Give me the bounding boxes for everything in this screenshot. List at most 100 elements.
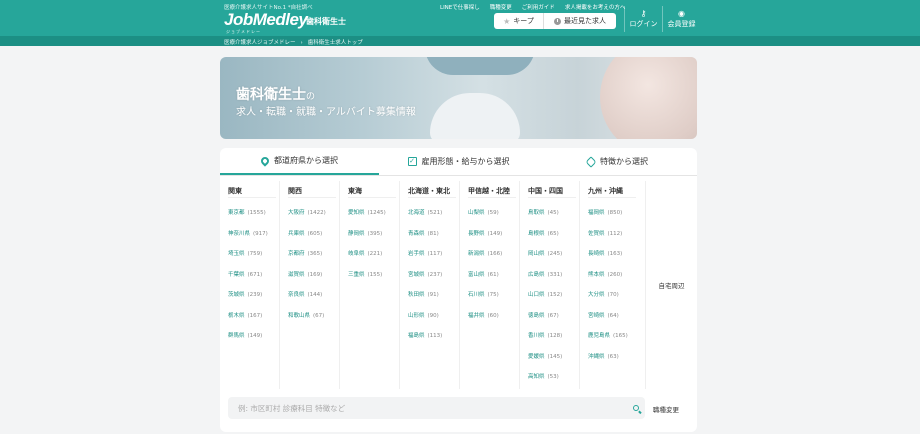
prefecture-link[interactable]: 愛知県 (1245)	[348, 208, 399, 229]
prefecture-link[interactable]: 岡山県 (245)	[528, 249, 579, 270]
prefecture-link[interactable]: 岩手県 (117)	[408, 249, 459, 270]
prefecture-link[interactable]: 岐阜県 (221)	[348, 249, 399, 270]
prefecture-link[interactable]: 滋賀県 (169)	[288, 270, 339, 291]
signup-label: 会員登録	[667, 19, 696, 28]
prefecture-link[interactable]: 埼玉県 (759)	[228, 249, 279, 270]
prefecture-name: 山梨県	[468, 210, 485, 216]
prefecture-name: 滋賀県	[288, 271, 305, 278]
prefecture-count: (221)	[367, 251, 383, 257]
prefecture-count: (67)	[313, 312, 325, 319]
prefecture-link[interactable]: 福岡県 (850)	[588, 208, 640, 229]
prefecture-link[interactable]: 佐賀県 (112)	[588, 229, 640, 250]
prefecture-link[interactable]: 山梨県 (59)	[468, 208, 519, 229]
prefecture-link[interactable]: 徳島県 (67)	[528, 311, 579, 332]
prefecture-link[interactable]: 山口県 (152)	[528, 290, 579, 311]
prefecture-link[interactable]: 大阪府 (1422)	[288, 208, 339, 229]
prefecture-link[interactable]: 長崎県 (163)	[588, 249, 640, 270]
region-column: 甲信越・北陸 山梨県 (59) 長野県 (149) 新潟県 (166) 富山県 (61) 石川県(…	[460, 181, 520, 389]
prefecture-link[interactable]: 山形県 (90)	[408, 311, 459, 332]
prefecture-link[interactable]: 富山県 (61)	[468, 270, 519, 291]
prefecture-link[interactable]: 栃木県 (167)	[228, 311, 279, 332]
prefecture-link[interactable]: 福井県 (60)	[468, 311, 519, 332]
prefecture-count: (128)	[547, 333, 563, 339]
prefecture-name: 熊本県	[588, 271, 605, 278]
prefecture-link[interactable]: 愛媛県 (145)	[528, 352, 579, 373]
prefecture-link[interactable]: 高知県 (53)	[528, 372, 579, 393]
prefecture-count: (165)	[613, 333, 628, 339]
prefecture-link[interactable]: 東京都 (1555)	[228, 208, 279, 229]
prefecture-link[interactable]: 茨城県 (239)	[228, 290, 279, 311]
line-link[interactable]: LINEで仕事探し	[440, 3, 480, 11]
prefecture-name: 鹿児島県	[588, 333, 611, 339]
home-near-area: 自宅周辺	[645, 181, 697, 389]
change-occupation-link[interactable]: 職種変更	[490, 3, 512, 11]
prefecture-count: (53)	[547, 374, 559, 380]
prefecture-link[interactable]: 宮城県 (237)	[408, 270, 459, 291]
prefecture-link[interactable]: 北海道 (521)	[408, 208, 459, 229]
prefecture-count: (260)	[607, 271, 623, 278]
prefecture-link[interactable]: 大分県 (70)	[588, 290, 640, 311]
keep-button[interactable]: ★ キープ	[494, 13, 544, 29]
prefecture-link[interactable]: 神奈川県 (917)	[228, 229, 279, 250]
employer-link[interactable]: 求人掲載をお考えの方へ	[565, 3, 626, 11]
recent-jobs-button[interactable]: 最近見た求人	[544, 13, 616, 29]
tab-features[interactable]: 特徴から選択	[538, 148, 697, 175]
prefecture-link[interactable]: 京都府 (365)	[288, 249, 339, 270]
prefecture-name: 東京都	[228, 210, 245, 216]
hero-title-text: 歯科衛生士	[236, 87, 306, 103]
signup-button[interactable]: ◉ 会員登録	[662, 6, 700, 32]
prefecture-count: (65)	[547, 230, 559, 237]
checkbox-icon: ✓	[407, 157, 417, 166]
login-button[interactable]: ⚷ ログイン	[624, 6, 662, 32]
prefecture-link[interactable]: 兵庫県 (605)	[288, 229, 339, 250]
star-icon: ★	[503, 16, 511, 26]
search-button[interactable]	[627, 397, 645, 419]
region-heading: 甲信越・北陸	[468, 186, 516, 198]
prefecture-name: 高知県	[528, 374, 545, 380]
tab-employment[interactable]: ✓ 雇用形態・給与から選択	[379, 148, 538, 175]
prefecture-link[interactable]: 熊本県 (260)	[588, 270, 640, 291]
prefecture-link[interactable]: 長野県 (149)	[468, 229, 519, 250]
prefecture-link[interactable]: 島根県 (65)	[528, 229, 579, 250]
prefecture-link[interactable]: 香川県 (128)	[528, 331, 579, 352]
prefecture-count: (1555)	[247, 210, 266, 216]
prefecture-link[interactable]: 群馬県 (149)	[228, 331, 279, 352]
map-pin-icon	[259, 154, 271, 167]
prefecture-name: 群馬県	[228, 333, 245, 339]
prefecture-link[interactable]: 鹿児島県 (165)	[588, 331, 640, 352]
prefecture-link[interactable]: 千葉県 (671)	[228, 270, 279, 291]
prefecture-link[interactable]: 奈良県 (144)	[288, 290, 339, 311]
home-near-link[interactable]: 自宅周辺	[659, 280, 685, 290]
prefecture-link[interactable]: 沖縄県 (63)	[588, 352, 640, 373]
prefecture-count: (45)	[547, 210, 559, 216]
prefecture-link[interactable]: 石川県 (75)	[468, 290, 519, 311]
prefecture-count: (917)	[253, 230, 268, 237]
prefecture-name: 福島県	[408, 333, 425, 339]
prefecture-link[interactable]: 静岡県 (395)	[348, 229, 399, 250]
region-heading: 中国・四国	[528, 186, 576, 198]
region-column: 関西 大阪府 (1422) 兵庫県 (605) 京都府 (365) 滋賀県 (169) 奈良県 (1…	[280, 181, 340, 389]
prefecture-link[interactable]: 宮崎県 (64)	[588, 311, 640, 332]
prefecture-name: 愛媛県	[528, 353, 545, 360]
prefecture-link[interactable]: 広島県 (331)	[528, 270, 579, 291]
keep-recent-box: ★ キープ 最近見た求人	[494, 13, 616, 29]
prefecture-count: (59)	[487, 210, 499, 216]
prefecture-name: 岡山県	[528, 251, 545, 257]
prefecture-link[interactable]: 三重県 (155)	[348, 270, 399, 291]
prefecture-link[interactable]: 新潟県 (166)	[468, 249, 519, 270]
prefecture-link[interactable]: 和歌山県 (67)	[288, 311, 339, 332]
prefecture-name: 北海道	[408, 210, 425, 216]
tab-prefecture[interactable]: 都道府県から選択	[220, 148, 379, 175]
prefecture-count: (113)	[427, 333, 443, 339]
guide-link[interactable]: ご利用ガイド	[522, 3, 555, 11]
tab-label: 特徴から選択	[600, 157, 648, 166]
jobmedley-logo[interactable]: JobMedley	[224, 10, 308, 30]
prefecture-link[interactable]: 鳥取県 (45)	[528, 208, 579, 229]
search-input[interactable]	[228, 403, 627, 413]
prefecture-link[interactable]: 秋田県 (91)	[408, 290, 459, 311]
prefecture-link[interactable]: 青森県 (81)	[408, 229, 459, 250]
breadcrumb-home[interactable]: 医療介護求人ジョブメドレー	[224, 40, 296, 46]
prefecture-link[interactable]: 福島県 (113)	[408, 331, 459, 352]
prefecture-count: (67)	[547, 312, 559, 319]
change-occupation-button[interactable]: 職種変更	[653, 404, 679, 414]
